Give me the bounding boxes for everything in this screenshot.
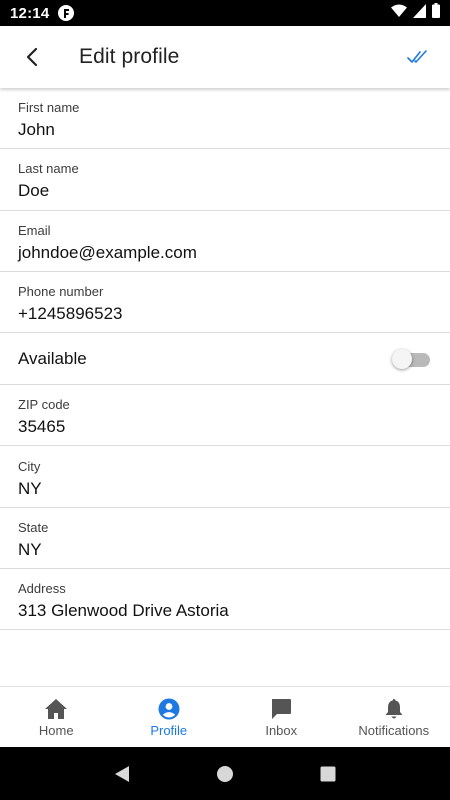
switch-thumb bbox=[392, 348, 412, 369]
phone-field[interactable]: Phone number +1245896523 bbox=[0, 272, 450, 334]
nav-item-inbox[interactable]: Inbox bbox=[225, 687, 338, 747]
email-field[interactable]: Email johndoe@example.com bbox=[0, 211, 450, 272]
nav-item-profile[interactable]: Profile bbox=[113, 687, 226, 747]
system-back-button[interactable] bbox=[107, 759, 137, 789]
home-circle-icon bbox=[216, 765, 233, 782]
address-value[interactable]: 313 Glenwood Drive Astoria bbox=[18, 601, 432, 621]
back-button[interactable] bbox=[12, 37, 52, 77]
save-button[interactable] bbox=[398, 37, 438, 77]
account-circle-icon bbox=[158, 697, 180, 721]
email-label: Email bbox=[18, 222, 51, 238]
state-field[interactable]: State NY bbox=[0, 508, 450, 570]
nav-item-notifications[interactable]: Notifications bbox=[338, 687, 450, 747]
double-check-icon bbox=[407, 50, 427, 63]
nav-item-home[interactable]: Home bbox=[0, 687, 113, 747]
city-value[interactable]: NY bbox=[18, 479, 432, 499]
first-name-value[interactable]: John bbox=[18, 120, 432, 140]
bottom-navigation: Home Profile Inbox Notifications bbox=[0, 686, 450, 747]
home-icon bbox=[44, 697, 68, 721]
email-value[interactable]: johndoe@example.com bbox=[18, 243, 432, 263]
profile-form: First name John Last name Doe Email john… bbox=[0, 88, 450, 631]
nav-label-profile: Profile bbox=[150, 722, 188, 738]
available-row: Available bbox=[0, 333, 450, 386]
wifi-icon bbox=[391, 4, 407, 23]
available-switch[interactable] bbox=[392, 348, 432, 370]
last-name-field[interactable]: Last name Doe bbox=[0, 149, 450, 211]
last-name-label: Last name bbox=[18, 161, 79, 177]
zip-value[interactable]: 35465 bbox=[18, 417, 432, 437]
available-label: Available bbox=[18, 348, 87, 368]
city-field[interactable]: City NY bbox=[0, 446, 450, 508]
back-triangle-icon bbox=[114, 765, 129, 782]
system-home-button[interactable] bbox=[210, 759, 240, 789]
status-bar: 12:14 bbox=[0, 0, 450, 26]
city-label: City bbox=[18, 458, 41, 474]
nav-label-home: Home bbox=[38, 722, 74, 738]
system-navigation-bar bbox=[0, 747, 450, 800]
app-bar: Edit profile bbox=[0, 26, 450, 88]
status-icons bbox=[391, 3, 440, 23]
first-name-label: First name bbox=[18, 100, 80, 116]
first-name-field[interactable]: First name John bbox=[0, 88, 450, 150]
recents-square-icon bbox=[320, 766, 336, 781]
chat-bubble-icon bbox=[270, 697, 292, 721]
app-notification-icon bbox=[58, 5, 75, 21]
last-name-value[interactable]: Doe bbox=[18, 181, 432, 201]
zip-label: ZIP code bbox=[18, 397, 70, 413]
back-arrow-icon bbox=[26, 47, 38, 67]
battery-icon bbox=[432, 3, 440, 23]
signal-icon bbox=[413, 3, 426, 23]
state-value[interactable]: NY bbox=[18, 540, 432, 560]
system-recents-button[interactable] bbox=[313, 759, 343, 789]
status-time: 12:14 bbox=[10, 4, 50, 22]
page-title: Edit profile bbox=[79, 45, 180, 68]
address-label: Address bbox=[18, 581, 66, 597]
state-label: State bbox=[18, 519, 49, 535]
phone-value[interactable]: +1245896523 bbox=[18, 304, 432, 324]
address-field[interactable]: Address 313 Glenwood Drive Astoria bbox=[0, 569, 450, 631]
bell-icon bbox=[384, 697, 404, 721]
phone-label: Phone number bbox=[18, 284, 104, 300]
nav-label-notifications: Notifications bbox=[358, 722, 430, 738]
nav-label-inbox: Inbox bbox=[265, 722, 298, 738]
zip-field[interactable]: ZIP code 35465 bbox=[0, 385, 450, 447]
